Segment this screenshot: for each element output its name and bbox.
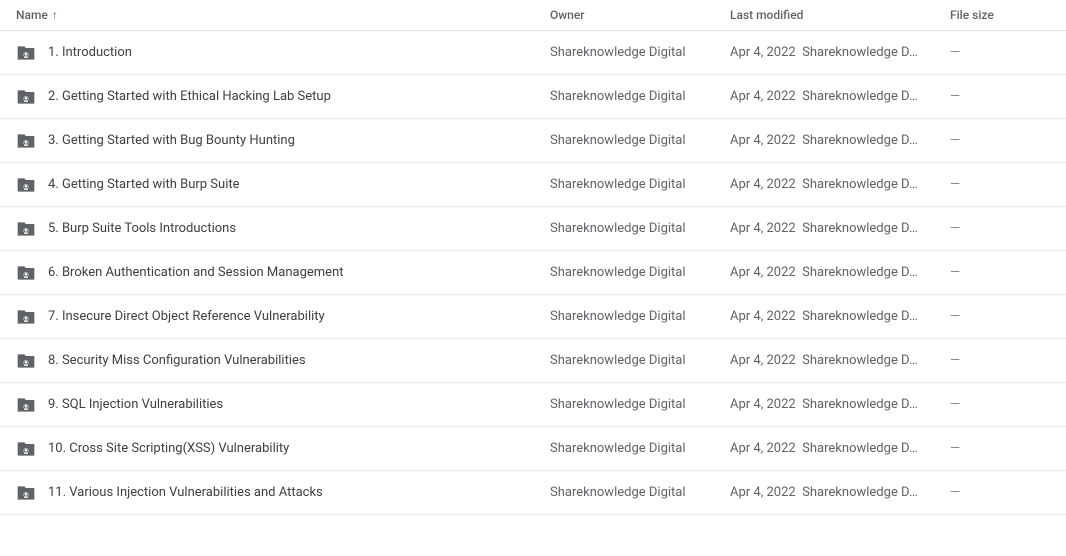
table-header: Name ↑ Owner Last modified File size <box>0 0 1066 31</box>
header-file-size[interactable]: File size <box>950 8 1050 22</box>
row-name-text: 7. Insecure Direct Object Reference Vuln… <box>48 309 325 324</box>
shared-folder-icon <box>16 439 36 459</box>
name-cell: 7. Insecure Direct Object Reference Vuln… <box>16 297 550 337</box>
name-cell: 6. Broken Authentication and Session Man… <box>16 253 550 293</box>
owner-cell: Shareknowledge Digital <box>550 441 730 456</box>
table-row[interactable]: 2. Getting Started with Ethical Hacking … <box>0 75 1066 119</box>
name-cell: 9. SQL Injection Vulnerabilities <box>16 385 550 425</box>
table-row[interactable]: 11. Various Injection Vulnerabilities an… <box>0 471 1066 515</box>
table-row[interactable]: 9. SQL Injection Vulnerabilities Sharekn… <box>0 383 1066 427</box>
row-name-text: 6. Broken Authentication and Session Man… <box>48 265 344 280</box>
row-name-text: 3. Getting Started with Bug Bounty Hunti… <box>48 133 295 148</box>
shared-folder-icon <box>16 219 36 239</box>
owner-cell: Shareknowledge Digital <box>550 485 730 500</box>
header-name[interactable]: Name ↑ <box>16 8 550 22</box>
header-name-label: Name <box>16 8 48 22</box>
owner-cell: Shareknowledge Digital <box>550 89 730 104</box>
table-body: 1. Introduction Shareknowledge Digital A… <box>0 31 1066 515</box>
name-cell: 3. Getting Started with Bug Bounty Hunti… <box>16 121 550 161</box>
shared-folder-icon <box>16 351 36 371</box>
size-cell: — <box>950 45 1050 60</box>
sort-ascending-icon: ↑ <box>52 8 58 22</box>
file-table: Name ↑ Owner Last modified File size <box>0 0 1066 515</box>
name-cell: 11. Various Injection Vulnerabilities an… <box>16 473 550 513</box>
modified-cell: Apr 4, 2022 Shareknowledge D… <box>730 89 950 104</box>
shared-folder-icon <box>16 131 36 151</box>
name-cell: 4. Getting Started with Burp Suite <box>16 165 550 205</box>
row-name-text: 4. Getting Started with Burp Suite <box>48 177 240 192</box>
shared-folder-icon <box>16 87 36 107</box>
row-name-text: 5. Burp Suite Tools Introductions <box>48 221 236 236</box>
modified-cell: Apr 4, 2022 Shareknowledge D… <box>730 45 950 60</box>
modified-cell: Apr 4, 2022 Shareknowledge D… <box>730 441 950 456</box>
modified-cell: Apr 4, 2022 Shareknowledge D… <box>730 133 950 148</box>
size-cell: — <box>950 485 1050 500</box>
name-cell: 1. Introduction <box>16 33 550 73</box>
header-last-modified-label: Last modified <box>730 8 803 22</box>
owner-cell: Shareknowledge Digital <box>550 45 730 60</box>
owner-cell: Shareknowledge Digital <box>550 177 730 192</box>
shared-folder-icon <box>16 307 36 327</box>
row-name-text: 10. Cross Site Scripting(XSS) Vulnerabil… <box>48 441 289 456</box>
name-cell: 10. Cross Site Scripting(XSS) Vulnerabil… <box>16 429 550 469</box>
modified-cell: Apr 4, 2022 Shareknowledge D… <box>730 265 950 280</box>
modified-cell: Apr 4, 2022 Shareknowledge D… <box>730 177 950 192</box>
row-name-text: 8. Security Miss Configuration Vulnerabi… <box>48 353 306 368</box>
table-row[interactable]: 1. Introduction Shareknowledge Digital A… <box>0 31 1066 75</box>
header-owner[interactable]: Owner <box>550 8 730 22</box>
modified-cell: Apr 4, 2022 Shareknowledge D… <box>730 397 950 412</box>
row-name-text: 1. Introduction <box>48 45 132 60</box>
name-cell: 8. Security Miss Configuration Vulnerabi… <box>16 341 550 381</box>
size-cell: — <box>950 441 1050 456</box>
size-cell: — <box>950 89 1050 104</box>
size-cell: — <box>950 177 1050 192</box>
size-cell: — <box>950 353 1050 368</box>
row-name-text: 11. Various Injection Vulnerabilities an… <box>48 485 323 500</box>
shared-folder-icon <box>16 263 36 283</box>
table-row[interactable]: 8. Security Miss Configuration Vulnerabi… <box>0 339 1066 383</box>
size-cell: — <box>950 309 1050 324</box>
table-row[interactable]: 10. Cross Site Scripting(XSS) Vulnerabil… <box>0 427 1066 471</box>
modified-cell: Apr 4, 2022 Shareknowledge D… <box>730 309 950 324</box>
shared-folder-icon <box>16 483 36 503</box>
owner-cell: Shareknowledge Digital <box>550 309 730 324</box>
modified-cell: Apr 4, 2022 Shareknowledge D… <box>730 353 950 368</box>
owner-cell: Shareknowledge Digital <box>550 133 730 148</box>
modified-cell: Apr 4, 2022 Shareknowledge D… <box>730 485 950 500</box>
row-name-text: 2. Getting Started with Ethical Hacking … <box>48 89 331 104</box>
owner-cell: Shareknowledge Digital <box>550 397 730 412</box>
table-row[interactable]: 4. Getting Started with Burp Suite Share… <box>0 163 1066 207</box>
table-row[interactable]: 6. Broken Authentication and Session Man… <box>0 251 1066 295</box>
name-cell: 5. Burp Suite Tools Introductions <box>16 209 550 249</box>
modified-cell: Apr 4, 2022 Shareknowledge D… <box>730 221 950 236</box>
shared-folder-icon <box>16 43 36 63</box>
row-name-text: 9. SQL Injection Vulnerabilities <box>48 397 223 412</box>
size-cell: — <box>950 397 1050 412</box>
owner-cell: Shareknowledge Digital <box>550 353 730 368</box>
size-cell: — <box>950 265 1050 280</box>
header-file-size-label: File size <box>950 8 994 22</box>
owner-cell: Shareknowledge Digital <box>550 221 730 236</box>
header-last-modified[interactable]: Last modified <box>730 8 950 22</box>
header-owner-label: Owner <box>550 8 585 22</box>
size-cell: — <box>950 133 1050 148</box>
name-cell: 2. Getting Started with Ethical Hacking … <box>16 77 550 117</box>
table-row[interactable]: 3. Getting Started with Bug Bounty Hunti… <box>0 119 1066 163</box>
shared-folder-icon <box>16 395 36 415</box>
size-cell: — <box>950 221 1050 236</box>
table-row[interactable]: 5. Burp Suite Tools Introductions Sharek… <box>0 207 1066 251</box>
shared-folder-icon <box>16 175 36 195</box>
owner-cell: Shareknowledge Digital <box>550 265 730 280</box>
table-row[interactable]: 7. Insecure Direct Object Reference Vuln… <box>0 295 1066 339</box>
